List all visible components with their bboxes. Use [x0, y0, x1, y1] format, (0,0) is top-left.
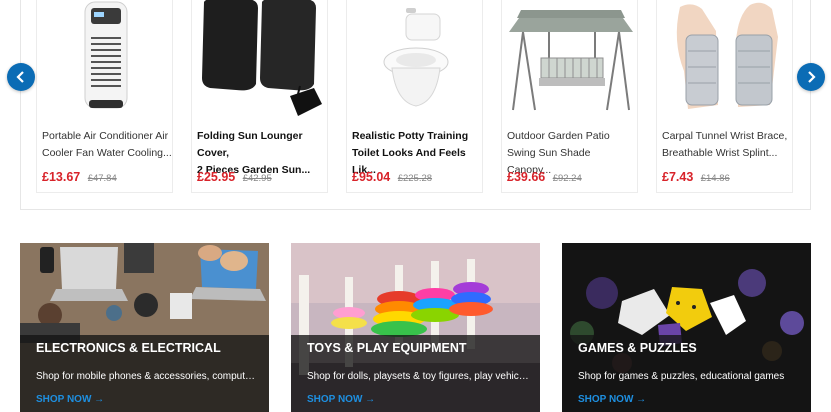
product-list: Portable Air Conditioner Air Cooler Fan … — [36, 0, 793, 193]
product-price: £39.66 — [507, 170, 546, 184]
product-image[interactable] — [502, 0, 637, 117]
product-name[interactable]: Carpal Tunnel Wrist Brace, Breathable Wr… — [662, 128, 792, 162]
product-card[interactable]: Carpal Tunnel Wrist Brace, Breathable Wr… — [656, 0, 793, 193]
carousel-next-button[interactable] — [797, 63, 825, 91]
category-title: ELECTRONICS & ELECTRICAL — [36, 341, 221, 355]
product-image[interactable] — [192, 0, 327, 117]
carousel-prev-button[interactable] — [7, 63, 35, 91]
product-card[interactable]: Folding Sun Lounger Cover, 2 Pieces Gard… — [191, 0, 328, 193]
shop-now-link[interactable]: SHOP NOW → — [578, 394, 646, 405]
category-overlay: TOYS & PLAY EQUIPMENT Shop for dolls, pl… — [291, 335, 540, 412]
product-name-line1: Outdoor Garden Patio — [507, 130, 610, 142]
product-name-line2: Breathable Wrist Splint... — [662, 147, 778, 159]
product-name-line2: Cooler Fan Water Cooling... — [42, 147, 172, 159]
category-card-electronics[interactable]: ELECTRONICS & ELECTRICAL Shop for mobile… — [20, 243, 269, 412]
product-card[interactable]: Outdoor Garden Patio Swing Sun Shade Can… — [501, 0, 638, 193]
category-banners: ELECTRONICS & ELECTRICAL Shop for mobile… — [20, 243, 811, 412]
category-description: Shop for mobile phones & accessories, co… — [36, 371, 258, 382]
chevron-right-icon — [808, 71, 816, 83]
product-name-line1: Portable Air Conditioner Air — [42, 130, 169, 142]
product-prices: £95.04 £225.28 — [352, 168, 432, 186]
product-price: £7.43 — [662, 170, 694, 184]
product-price: £95.04 — [352, 170, 391, 184]
product-old-price: £225.28 — [397, 173, 433, 184]
product-name-line1: Carpal Tunnel Wrist Brace, — [662, 130, 788, 142]
product-carousel: Portable Air Conditioner Air Cooler Fan … — [20, 0, 811, 210]
product-old-price: £42.95 — [242, 173, 272, 184]
product-card[interactable]: Realistic Potty Training Toilet Looks An… — [346, 0, 483, 193]
category-overlay: GAMES & PUZZLES Shop for games & puzzles… — [562, 335, 811, 412]
category-title: TOYS & PLAY EQUIPMENT — [307, 341, 467, 355]
category-card-games[interactable]: GAMES & PUZZLES Shop for games & puzzles… — [562, 243, 811, 412]
product-prices: £25.95 £42.95 — [197, 168, 272, 186]
category-description: Shop for games & puzzles, educational ga… — [578, 371, 785, 382]
product-image[interactable] — [37, 0, 172, 117]
product-card[interactable]: Portable Air Conditioner Air Cooler Fan … — [36, 0, 173, 193]
product-old-price: £47.84 — [87, 173, 117, 184]
product-old-price: £14.86 — [700, 173, 730, 184]
category-card-toys[interactable]: TOYS & PLAY EQUIPMENT Shop for dolls, pl… — [291, 243, 540, 412]
category-description: Shop for dolls, playsets & toy figures, … — [307, 371, 529, 382]
product-image[interactable] — [347, 0, 482, 117]
shop-now-link[interactable]: SHOP NOW → — [307, 394, 375, 405]
product-image[interactable] — [657, 0, 792, 117]
product-prices: £13.67 £47.84 — [42, 168, 117, 186]
category-overlay: ELECTRONICS & ELECTRICAL Shop for mobile… — [20, 335, 269, 412]
product-price: £13.67 — [42, 170, 81, 184]
chevron-left-icon — [16, 71, 24, 83]
product-name[interactable]: Portable Air Conditioner Air Cooler Fan … — [42, 128, 172, 162]
product-name-line1: Folding Sun Lounger Cover, — [197, 130, 303, 159]
product-price: £25.95 — [197, 170, 236, 184]
product-prices: £39.66 £92.24 — [507, 168, 582, 186]
category-title: GAMES & PUZZLES — [578, 341, 697, 355]
product-prices: £7.43 £14.86 — [662, 168, 730, 186]
shop-now-link[interactable]: SHOP NOW → — [36, 394, 104, 405]
product-name-line1: Realistic Potty Training — [352, 130, 469, 142]
product-old-price: £92.24 — [552, 173, 582, 184]
